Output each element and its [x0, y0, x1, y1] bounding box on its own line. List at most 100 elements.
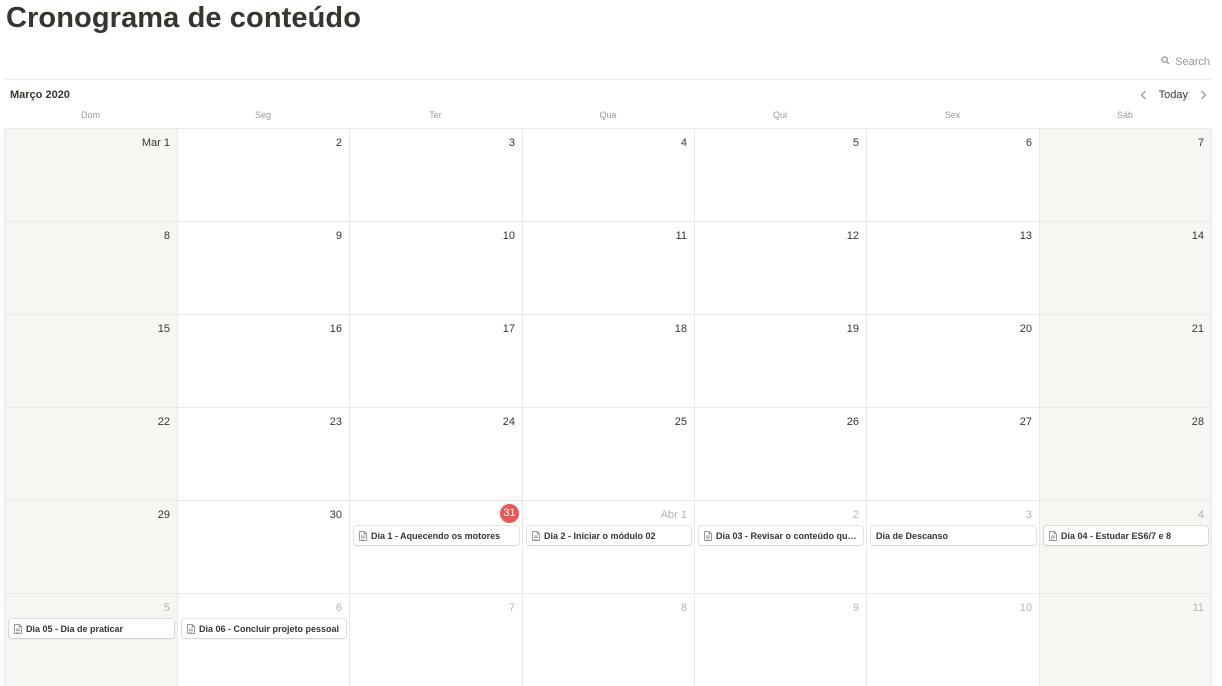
day-number: 8: [163, 230, 170, 242]
calendar-day-cell[interactable]: 7: [350, 594, 523, 686]
calendar-day-cell[interactable]: 17: [350, 315, 523, 408]
page-icon: [1049, 530, 1057, 541]
calendar-day-cell[interactable]: 28: [1040, 408, 1212, 501]
calendar-day-cell[interactable]: 16: [178, 315, 350, 408]
day-number: 4: [680, 137, 687, 149]
weekday-header: Dom Seg Ter Qua Qui Sex Sáb: [4, 110, 1211, 120]
day-number: 21: [1191, 323, 1204, 335]
calendar-day-cell[interactable]: 30: [178, 501, 350, 594]
page-title: Cronograma de conteúdo: [6, 2, 362, 34]
day-number: 6: [1025, 137, 1032, 149]
chevron-left-icon[interactable]: [1137, 88, 1151, 102]
day-number: 10: [502, 230, 515, 242]
event-card[interactable]: Dia de Descanso: [871, 526, 1036, 545]
weekday-label: Sáb: [1116, 110, 1133, 120]
calendar-day-cell[interactable]: 31 Dia 1 - Aquecendo os motores: [350, 501, 523, 594]
day-number: 9: [852, 602, 859, 614]
day-number: 22: [157, 416, 170, 428]
calendar-day-cell[interactable]: 3 Dia de Descanso: [867, 501, 1040, 594]
calendar-day-cell[interactable]: 23: [178, 408, 350, 501]
event-card[interactable]: Dia 2 - Iniciar o módulo 02: [527, 526, 691, 545]
day-number: 7: [1197, 137, 1204, 149]
calendar-day-cell[interactable]: 8: [5, 222, 178, 315]
calendar-day-cell[interactable]: Abr 1 Dia 2 - Iniciar o módulo 02: [523, 501, 695, 594]
day-number: 30: [329, 509, 342, 521]
calendar-grid: Mar 1 2 3 4 5 6 7 8 9 10 11 12 13 14 15 16 17 18 19 20 21 22 2…: [4, 128, 1212, 686]
day-number: 12: [846, 230, 859, 242]
weekday-label: Seg: [254, 110, 271, 120]
event-card[interactable]: Dia 1 - Aquecendo os motores: [354, 526, 519, 545]
day-number: 2: [335, 137, 342, 149]
calendar-day-cell[interactable]: 11: [523, 222, 695, 315]
event-title: Dia 06 - Concluir projeto pessoal: [199, 623, 340, 634]
day-number: 16: [329, 323, 342, 335]
search-icon: [1161, 56, 1170, 68]
calendar-day-cell[interactable]: 15: [5, 315, 178, 408]
calendar-day-cell[interactable]: 3: [350, 129, 523, 222]
event-title: Dia 05 - Dia de praticar: [26, 623, 124, 634]
calendar-day-cell[interactable]: 29: [5, 501, 178, 594]
calendar-day-cell[interactable]: 22: [5, 408, 178, 501]
calendar-day-cell[interactable]: 6: [867, 129, 1040, 222]
calendar-day-cell[interactable]: 26: [695, 408, 867, 501]
event-card[interactable]: Dia 05 - Dia de praticar: [9, 619, 174, 638]
page-icon: [187, 623, 195, 634]
calendar-day-cell[interactable]: 5: [695, 129, 867, 222]
day-number: 10: [1019, 602, 1032, 614]
day-number: 3: [508, 137, 515, 149]
calendar-day-cell[interactable]: 10: [867, 594, 1040, 686]
calendar-day-cell[interactable]: 10: [350, 222, 523, 315]
search-label: Search: [1175, 56, 1210, 68]
weekday-label: Ter: [429, 110, 442, 120]
day-number: 27: [1019, 416, 1032, 428]
day-number: 11: [675, 230, 687, 242]
weekday-label: Qua: [599, 110, 617, 120]
day-number: 5: [852, 137, 859, 149]
event-title: Dia 1 - Aquecendo os motores: [371, 530, 501, 541]
day-number: 5: [163, 602, 170, 614]
calendar-day-cell[interactable]: 4 Dia 04 - Estudar ES6/7 e 8: [1040, 501, 1212, 594]
today-button[interactable]: Today: [1157, 89, 1190, 101]
day-number: 2: [852, 509, 859, 521]
day-number: 29: [157, 509, 170, 521]
calendar-day-cell[interactable]: 21: [1040, 315, 1212, 408]
calendar-day-cell[interactable]: 4: [523, 129, 695, 222]
today-date-badge: 31: [500, 504, 519, 523]
calendar-day-cell[interactable]: 2 Dia 03 - Revisar o conteúdo que ficou p…: [695, 501, 867, 594]
day-number: 11: [1192, 602, 1204, 614]
day-number: 18: [674, 323, 687, 335]
event-card[interactable]: Dia 06 - Concluir projeto pessoal: [182, 619, 346, 638]
calendar-day-cell[interactable]: 6 Dia 06 - Concluir projeto pessoal: [178, 594, 350, 686]
calendar-day-cell[interactable]: 20: [867, 315, 1040, 408]
calendar-day-cell[interactable]: 27: [867, 408, 1040, 501]
chevron-right-icon[interactable]: [1196, 88, 1210, 102]
calendar-day-cell[interactable]: 24: [350, 408, 523, 501]
day-number: 24: [502, 416, 515, 428]
day-number: 6: [335, 602, 342, 614]
calendar-day-cell[interactable]: 9: [178, 222, 350, 315]
calendar-day-cell[interactable]: 5 Dia 05 - Dia de praticar: [5, 594, 178, 686]
page-icon: [532, 530, 540, 541]
calendar-day-cell[interactable]: 9: [695, 594, 867, 686]
day-number: 28: [1191, 416, 1204, 428]
event-card[interactable]: Dia 04 - Estudar ES6/7 e 8: [1044, 526, 1208, 545]
calendar-day-cell[interactable]: 12: [695, 222, 867, 315]
calendar-day-cell[interactable]: 8: [523, 594, 695, 686]
event-card[interactable]: Dia 03 - Revisar o conteúdo que ficou pe…: [699, 526, 863, 545]
calendar-day-cell[interactable]: 18: [523, 315, 695, 408]
calendar-day-cell[interactable]: 7: [1040, 129, 1212, 222]
calendar-day-cell[interactable]: 25: [523, 408, 695, 501]
calendar-day-cell[interactable]: 11: [1040, 594, 1212, 686]
calendar-day-cell[interactable]: 14: [1040, 222, 1212, 315]
day-number: 4: [1197, 509, 1204, 521]
calendar-day-cell[interactable]: 2: [178, 129, 350, 222]
page-icon: [14, 623, 22, 634]
search-button[interactable]: Search: [1161, 56, 1210, 68]
calendar-day-cell[interactable]: Mar 1: [5, 129, 178, 222]
calendar-day-cell[interactable]: 13: [867, 222, 1040, 315]
calendar-day-cell[interactable]: 19: [695, 315, 867, 408]
page-icon: [359, 530, 367, 541]
day-number: 7: [508, 602, 515, 614]
event-title: Dia 03 - Revisar o conteúdo que ficou pe…: [716, 530, 858, 541]
event-title: Dia de Descanso: [876, 530, 949, 541]
